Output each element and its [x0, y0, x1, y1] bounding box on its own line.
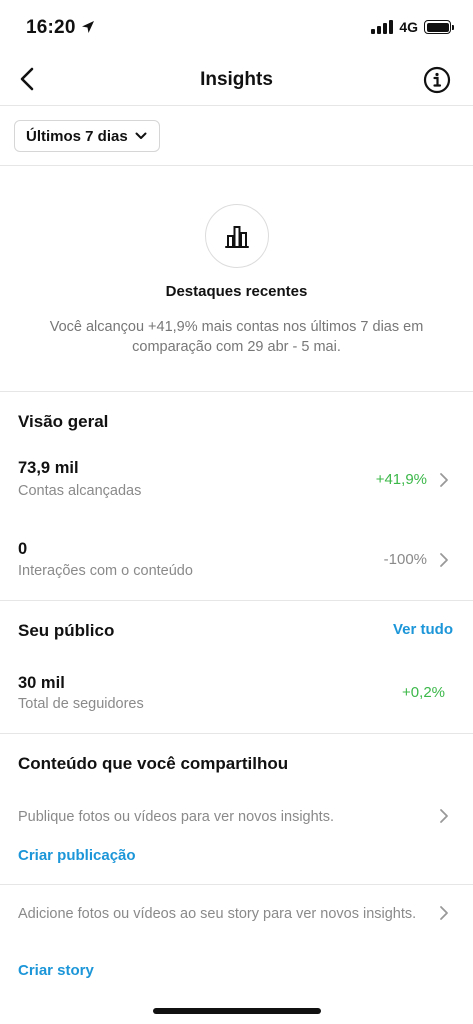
filter-row: Últimos 7 dias — [0, 106, 473, 166]
chevron-right-icon — [440, 553, 448, 567]
create-story-link[interactable]: Criar story — [18, 962, 94, 979]
metric-change: -100% — [383, 551, 427, 568]
status-bar: 16:20 4G — [0, 0, 473, 56]
info-icon[interactable] — [423, 66, 451, 94]
divider — [0, 733, 473, 734]
date-range-dropdown[interactable]: Últimos 7 dias — [14, 120, 160, 152]
metric-value: 30 mil — [18, 674, 65, 692]
metric-label: Interações com o conteúdo — [18, 563, 193, 579]
network-type: 4G — [399, 19, 418, 35]
highlights-title: Destaques recentes — [165, 283, 308, 300]
chevron-down-icon — [135, 132, 147, 139]
overview-title: Visão geral — [18, 412, 109, 431]
highlights-text: Você alcançou +41,9% mais contas nos últ… — [49, 319, 424, 355]
see-all-link[interactable]: Ver tudo — [393, 621, 453, 638]
page-title: Insights — [200, 69, 273, 90]
posts-prompt: Publique fotos ou vídeos para ver novos … — [18, 809, 334, 825]
recent-highlights: Destaques recentes Você alcançou +41,9% … — [0, 166, 473, 392]
status-time: 16:20 — [26, 17, 76, 38]
status-indicators: 4G — [371, 19, 454, 35]
metric-change: +41,9% — [375, 471, 427, 488]
divider — [0, 884, 473, 885]
home-indicator[interactable] — [153, 1008, 321, 1014]
bar-chart-icon — [205, 204, 269, 268]
metric-label: Total de seguidores — [18, 696, 144, 712]
nav-header: Insights — [0, 56, 473, 106]
create-post-link[interactable]: Criar publicação — [18, 847, 136, 864]
audience-title: Seu público — [18, 621, 115, 640]
metric-label: Contas alcançadas — [18, 483, 142, 499]
battery-icon — [424, 20, 454, 34]
metric-change: +0,2% — [402, 684, 445, 701]
chevron-right-icon — [440, 906, 448, 920]
story-prompt: Adicione fotos ou vídeos ao seu story pa… — [18, 906, 417, 922]
divider — [0, 600, 473, 601]
chevron-right-icon — [440, 809, 448, 823]
signal-icon — [371, 20, 394, 34]
chevron-right-icon — [440, 473, 448, 487]
bar-chart-glyph — [225, 226, 249, 248]
location-arrow-icon — [82, 21, 94, 33]
date-range-label: Últimos 7 dias — [26, 127, 128, 145]
content-title: Conteúdo que você compartilhou — [18, 754, 289, 773]
metric-value: 73,9 mil — [18, 459, 79, 477]
metric-value: 0 — [18, 540, 28, 558]
